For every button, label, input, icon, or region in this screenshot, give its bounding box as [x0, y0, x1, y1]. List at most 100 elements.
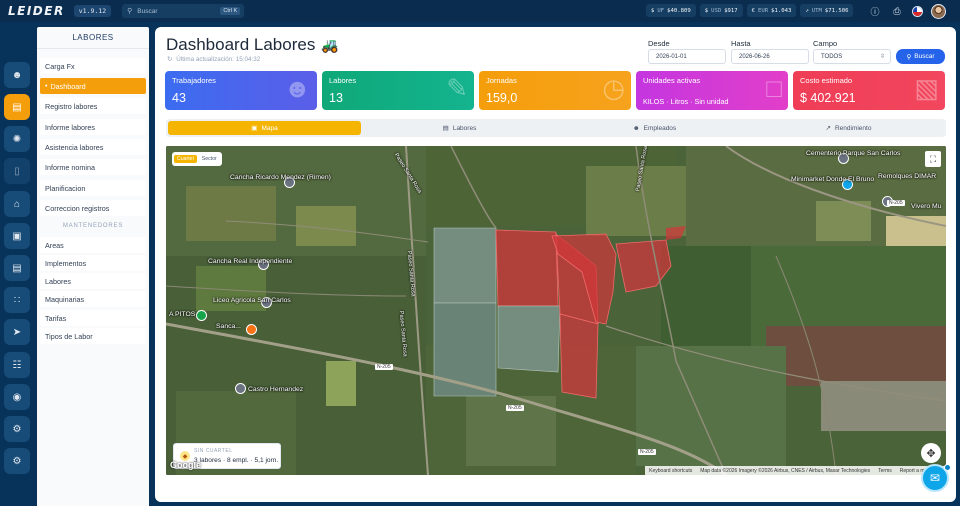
place-label: Remolques DIMAR: [878, 173, 937, 180]
road-shield: N-205: [887, 200, 905, 206]
money-icon: ▧: [914, 73, 939, 103]
rate-value: $71.506: [824, 7, 849, 14]
sidebar-item-registro-labores[interactable]: Registro labores: [40, 98, 146, 114]
file-icon[interactable]: ▤: [4, 255, 30, 281]
sidebar-item-dashboard[interactable]: Dashboard: [40, 78, 146, 94]
toggle-cuartel[interactable]: Cuartel: [174, 155, 197, 163]
map-attribution: Keyboard shortcuts Map data ©2026 Imager…: [645, 466, 946, 475]
view-tabs: ▣ Mapa ▤ Labores ☻ Empleados ↗ Rendimiento: [166, 119, 946, 137]
archive-icon[interactable]: ☷: [4, 352, 30, 378]
field-polygon[interactable]: [559, 313, 599, 399]
tab-mapa[interactable]: ▣ Mapa: [168, 121, 361, 135]
page-title: Dashboard Labores 🚜: [166, 35, 339, 55]
sidebar-item-areas[interactable]: Areas: [40, 237, 146, 253]
chart-icon: ↗: [805, 7, 809, 14]
grid-icon[interactable]: ∷: [4, 287, 30, 313]
bug-icon[interactable]: ✺: [4, 126, 30, 152]
map-layer-toggle: Cuartel Sector: [172, 152, 222, 166]
map-data-text: Map data ©2026 Imagery ©2026 Airbus, CNE…: [700, 467, 871, 474]
search-icon: ⚲: [906, 53, 912, 61]
road-shield: N-205: [375, 364, 393, 370]
sidebar-item-informe-labores[interactable]: Informe labores: [40, 119, 146, 135]
kpi-label: Costo estimado: [800, 76, 853, 85]
buscar-button[interactable]: ⚲ Buscar: [896, 49, 945, 64]
rate-eur: € EUR $1.043: [746, 4, 797, 17]
kpi-cards: Trabajadores 43 ☻ Labores 13 ✎ Jornadas …: [165, 71, 945, 110]
desde-date-input[interactable]: 2026-01-01: [648, 49, 726, 64]
sidebar-item-correccion-registros[interactable]: Correccion registros: [40, 200, 146, 216]
field-polygon[interactable]: [433, 227, 497, 304]
kpi-card-unidades-activas: Unidades activas KILOS · Litros · Sin un…: [636, 71, 788, 110]
rate-label: EUR: [758, 7, 769, 14]
rate-value: $917: [724, 7, 738, 14]
road-shield: N-205: [638, 449, 656, 455]
building-icon[interactable]: ⌂: [4, 191, 30, 217]
trend-icon: ↗: [825, 125, 831, 132]
toggle-sector[interactable]: Sector: [199, 155, 220, 163]
clock-icon: ◷: [602, 73, 625, 103]
hasta-label: Hasta: [731, 39, 751, 48]
place-label: Vivero Mu: [911, 203, 942, 210]
sidebar-item-labores[interactable]: Labores: [40, 273, 146, 289]
main-panel: Dashboard Labores 🚜 ↻ Última actualizaci…: [155, 27, 956, 502]
info-title: SIN CUARTEL: [194, 448, 233, 454]
tab-empleados[interactable]: ☻ Empleados: [558, 121, 751, 135]
document-icon[interactable]: ▯: [4, 158, 30, 184]
avatar[interactable]: [931, 4, 946, 19]
clipboard-icon: ▤: [442, 125, 449, 132]
kpi-label: Unidades activas: [643, 76, 701, 85]
users-icon: ☻: [283, 73, 311, 103]
sidebar-item-carga-fx[interactable]: Carga Fx: [40, 58, 146, 74]
app-logo[interactable]: LEIDER: [8, 4, 65, 18]
compass-icon[interactable]: ➤: [4, 319, 30, 345]
hasta-date-input[interactable]: 2026-06-26: [731, 49, 809, 64]
tab-rendimiento[interactable]: ↗ Rendimiento: [753, 121, 944, 135]
info-icon[interactable]: ⓘ: [868, 5, 882, 19]
sidebar-item-planificacion[interactable]: Planificacion: [40, 180, 146, 196]
map-pan-control-icon[interactable]: ✥: [921, 443, 941, 463]
clipboard-icon[interactable]: ▤: [4, 94, 30, 120]
rate-label: UTM: [811, 7, 822, 14]
search-input[interactable]: ⚲ Buscar Ctrl K: [122, 4, 245, 18]
chevron-down-icon: ⇳: [879, 54, 885, 60]
place-label: A PITOS: [169, 311, 196, 318]
campo-select[interactable]: TODOS ⇳: [813, 49, 891, 64]
park-pin-icon[interactable]: [196, 310, 207, 321]
chile-flag-icon[interactable]: [912, 6, 923, 17]
scan-icon[interactable]: ▣: [4, 223, 30, 249]
keyboard-shortcuts-link[interactable]: Keyboard shortcuts: [649, 468, 692, 474]
place-label: Liceo Agricola San Carlos: [213, 297, 291, 304]
sidebar-item-tarifas[interactable]: Tarifas: [40, 310, 146, 326]
settings-icon[interactable]: ⚙: [4, 416, 30, 442]
last-updated: ↻ Última actualización: 15:04:32: [167, 56, 260, 63]
sidebar-item-implementos[interactable]: Implementos: [40, 255, 146, 271]
tab-labores[interactable]: ▤ Labores: [363, 121, 556, 135]
kpi-label: Labores: [329, 76, 357, 85]
terms-link[interactable]: Terms: [878, 468, 892, 474]
kpi-card-trabajadores: Trabajadores 43 ☻: [165, 71, 317, 110]
rate-label: USD: [711, 7, 722, 14]
tab-label: Mapa: [261, 124, 278, 132]
food-pin-icon[interactable]: [246, 324, 257, 335]
kpi-value: 13: [329, 91, 343, 105]
kpi-value: 43: [172, 91, 186, 105]
ruler-icon: □: [766, 73, 782, 103]
settings-icon[interactable]: ⚙: [4, 448, 30, 474]
users-icon[interactable]: ☻: [4, 62, 30, 88]
place-pin-icon[interactable]: [235, 383, 246, 394]
last-updated-text: Última actualización: 15:04:32: [176, 56, 261, 63]
fullscreen-icon[interactable]: ⛶: [925, 151, 941, 167]
sidebar-item-asistencia-labores[interactable]: Asistencia labores: [40, 139, 146, 155]
map-imagery: [166, 146, 946, 475]
field-polygon[interactable]: [495, 229, 559, 307]
sidebar-item-tipos-de-labor[interactable]: Tipos de Labor: [40, 328, 146, 344]
search-placeholder: Buscar: [137, 7, 158, 15]
top-actions: ⓘ ⎙: [868, 4, 946, 19]
fingerprint-icon[interactable]: ◉: [4, 384, 30, 410]
printer-icon[interactable]: ⎙: [890, 5, 904, 19]
sidebar-item-maquinarias[interactable]: Maquinarias: [40, 291, 146, 307]
field-polygon[interactable]: [433, 302, 497, 397]
sidebar-item-informe-nomina[interactable]: Informe nomina: [40, 159, 146, 175]
field-polygon[interactable]: [497, 305, 561, 373]
satellite-map[interactable]: Cancha Ricardo Mendez (Rimen) Cancha Rea…: [166, 146, 946, 475]
